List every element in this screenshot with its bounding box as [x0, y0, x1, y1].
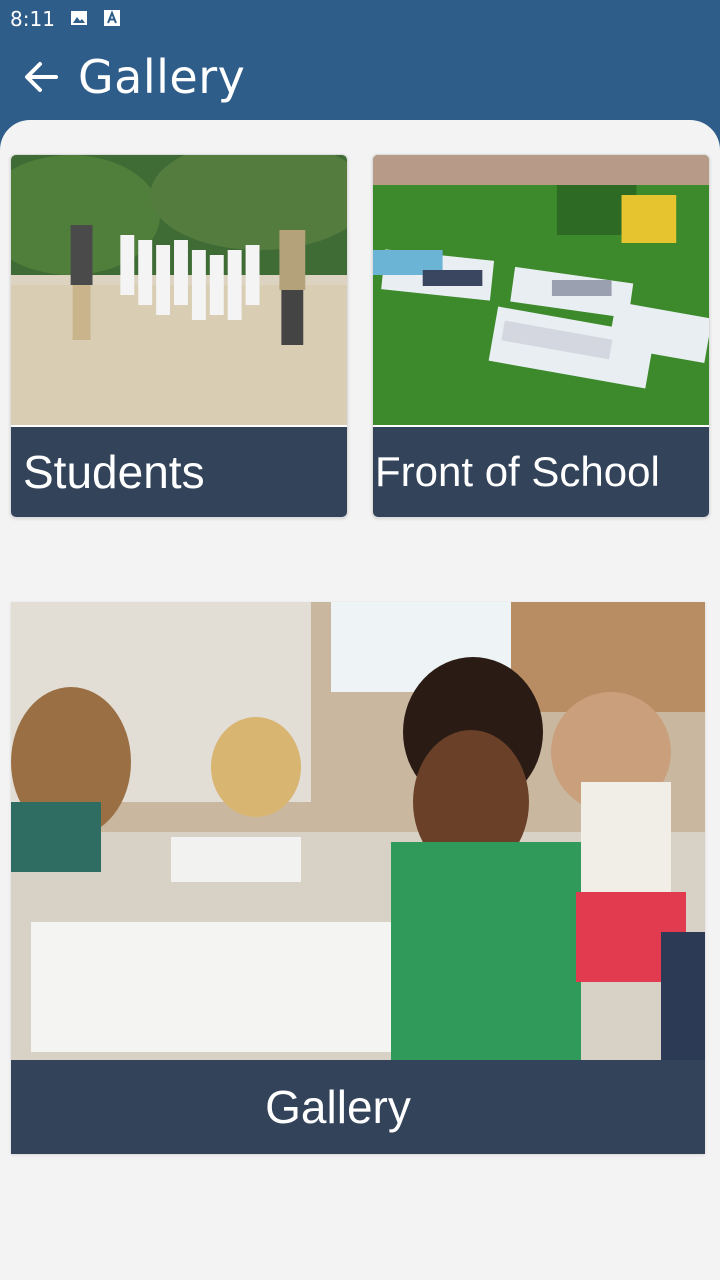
feature-caption: Gallery	[11, 1060, 705, 1154]
status-bar: 8:11	[0, 0, 720, 38]
students-photo	[11, 155, 347, 425]
front-of-school-photo	[373, 155, 709, 425]
gallery-feature-card[interactable]: Gallery	[11, 602, 705, 1154]
card-caption: Students	[11, 427, 347, 517]
card-caption: Front of School	[373, 427, 709, 517]
gallery-card-front-of-school[interactable]: Front of School	[372, 154, 710, 518]
status-time: 8:11	[10, 7, 55, 31]
gallery-content: Students Front of School Gallery	[0, 120, 720, 1280]
app-bar: Gallery	[0, 38, 720, 120]
image-notification-icon	[70, 9, 88, 27]
back-arrow-icon	[25, 62, 58, 92]
page-title: Gallery	[78, 50, 246, 104]
app-notification-icon	[103, 9, 121, 27]
classroom-photo	[11, 602, 705, 1060]
gallery-card-students[interactable]: Students	[10, 154, 348, 518]
back-button[interactable]	[18, 54, 64, 100]
